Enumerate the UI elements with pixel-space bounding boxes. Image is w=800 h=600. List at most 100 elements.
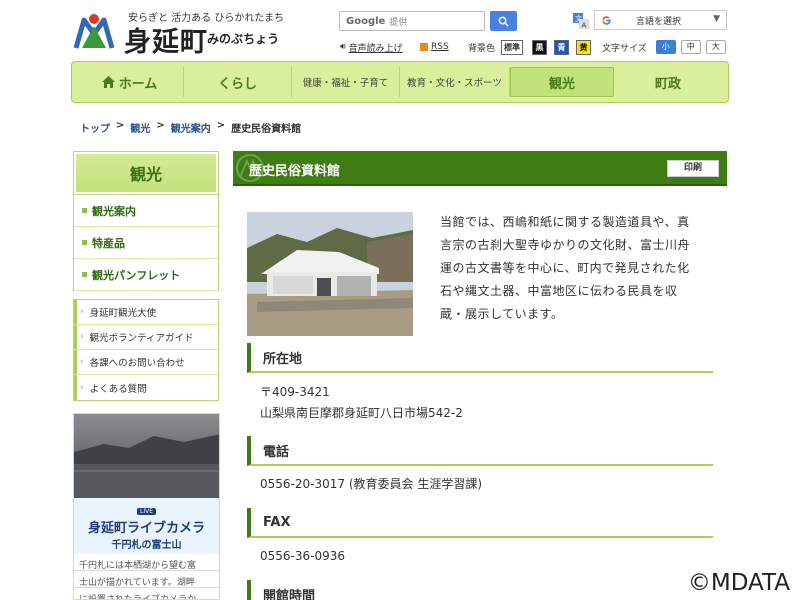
chevron-right-icon: › (80, 332, 84, 342)
sidebar-item-specialties[interactable]: 特産品 (74, 227, 218, 259)
translate-icon: 文 A (573, 13, 589, 30)
breadcrumb-tourism-guide[interactable]: 観光案内 (171, 120, 211, 135)
gnav-living[interactable]: くらし (184, 67, 292, 97)
sub-link-label: よくある質問 (89, 383, 147, 395)
search-brand: Google (346, 15, 386, 27)
sub-link-faq[interactable]: › よくある質問 (74, 375, 218, 400)
town-name-kana: みのぶちょう (207, 32, 280, 46)
section-body-fax: 0556-36-0936 (260, 546, 345, 567)
speaker-icon: 🔊︎ (340, 42, 346, 52)
livecam-desc-line: 士山が描かれています。湖畔 (79, 578, 195, 588)
livecam-title-block: LIVE 身延町ライブカメラ 千円札の富士山 (74, 498, 219, 554)
sidebar-title[interactable]: 観光 (73, 151, 219, 195)
gnav-tourism[interactable]: 観光 (510, 67, 614, 97)
gnav-home[interactable]: ホーム (76, 67, 184, 97)
home-icon (101, 76, 115, 88)
global-nav: ホーム くらし 健康・福祉・子育て 教育・文化・スポーツ 観光 町政 (71, 61, 729, 103)
read-aloud-label: 音声読み上げ (348, 43, 403, 54)
sidebar-item-label: 観光パンフレット (92, 268, 181, 282)
search-icon (498, 16, 509, 27)
gnav-home-label: ホーム (118, 76, 158, 92)
museum-building-image (247, 212, 413, 336)
language-select-label: 言語を選択 (636, 16, 682, 27)
sub-link-ambassador[interactable]: › 身延町観光大使 (74, 300, 218, 325)
bg-blue-button[interactable]: 青 (554, 39, 570, 55)
livecam-photo (74, 414, 219, 498)
font-size-large-button[interactable]: 大 (705, 40, 726, 54)
town-name[interactable]: 身延町 (124, 20, 208, 59)
sidebar-sub-links: › 身延町観光大使 › 観光ボランティアガイド › 各課へのお問い合わせ › よ… (73, 299, 219, 401)
section-body-location: 〒409-3421 山梨県南巨摩郡身延町八日市場542-2 (260, 382, 463, 424)
section-heading-phone: 電話 (247, 436, 713, 466)
search-input[interactable]: Google 提供 (339, 11, 485, 31)
live-badge: LIVE (136, 508, 156, 515)
phone-number: 0556-20-3017 (教育委員会 生涯学習課) (260, 477, 483, 491)
bg-black-button[interactable]: 黒 (532, 39, 548, 55)
breadcrumb-tourism[interactable]: 観光 (130, 120, 150, 135)
chevron-right-icon: › (80, 307, 84, 317)
gnav-town-admin[interactable]: 町政 (614, 67, 722, 97)
postal-code: 〒409-3421 (260, 385, 330, 399)
bg-color-controls: 背景色 標準 黒 青 黄 (468, 39, 592, 55)
page-title-bar: 歴史民俗資料館 印刷 (233, 151, 727, 186)
intro-line: 石や縄文土器、中富地区に伝わる民具を収 (440, 284, 678, 298)
livecam-title: 身延町ライブカメラ (87, 521, 205, 536)
bg-standard-button[interactable]: 標準 (501, 39, 524, 55)
breadcrumb-separator: > (216, 120, 226, 131)
town-logo-icon[interactable] (72, 12, 116, 52)
intro-line: 言宗の古刹大聖寺ゆかりの文化財、富士川舟 (440, 238, 691, 252)
chevron-right-icon: › (80, 382, 84, 393)
sidebar-item-label: 観光案内 (92, 204, 136, 218)
sub-link-volunteer-guide[interactable]: › 観光ボランティアガイド (74, 325, 218, 350)
page-title: 歴史民俗資料館 (249, 164, 341, 179)
site-header: 安らぎと 活力ある ひらかれたまち 身延町 みのぶちょう Google 提供 文… (0, 0, 800, 60)
svg-text:A: A (582, 22, 587, 30)
gnav-health-welfare[interactable]: 健康・福祉・子育て (292, 67, 400, 97)
breadcrumb: トップ > 観光 > 観光案内 > 歴史民俗資料館 (80, 120, 301, 135)
sidebar-title-label: 観光 (76, 154, 216, 192)
language-select[interactable]: 言語を選択 ▼ (594, 10, 727, 30)
intro-text: 当館では、西嶋和紙に関する製造道具や、真 言宗の古刹大聖寺ゆかりの文化財、富士川… (440, 211, 695, 326)
bg-color-label: 背景色 (468, 43, 496, 54)
font-size-small-button[interactable]: 小 (655, 40, 676, 54)
sidebar-item-tourism-guide[interactable]: 観光案内 (74, 195, 218, 227)
intro-line: 当館では、西嶋和紙に関する製造道具や、真 (440, 215, 690, 229)
rss-icon (420, 43, 428, 51)
sidebar-item-pamphlets[interactable]: 観光パンフレット (74, 259, 218, 291)
intro-line: 蔵・展示しています。 (440, 307, 564, 321)
livecam-banner[interactable]: LIVE 身延町ライブカメラ 千円札の富士山 千円札には本栖湖から望む富 士山が… (73, 413, 220, 600)
rss-label: RSS (431, 42, 449, 52)
copyright-watermark: ©MDATA (687, 570, 790, 596)
livecam-desc-line: に設置されたライブカメラか (79, 595, 197, 600)
museum-photo (247, 212, 413, 336)
sidebar-item-label: 特産品 (92, 236, 125, 250)
sub-link-label: 観光ボランティアガイド (89, 333, 194, 344)
fax-number: 0556-36-0936 (260, 549, 346, 563)
section-heading-fax: FAX (247, 508, 713, 538)
google-g-icon (602, 15, 611, 25)
font-size-label: 文字サイズ (602, 43, 647, 54)
bg-yellow-button[interactable]: 黄 (576, 39, 592, 55)
sidebar-menu: 観光案内 特産品 観光パンフレット (73, 195, 219, 291)
print-button[interactable]: 印刷 (667, 160, 719, 177)
section-heading-hours: 開館時間 (247, 580, 713, 600)
breadcrumb-separator: > (116, 120, 125, 131)
section-body-phone: 0556-20-3017 (教育委員会 生涯学習課) (260, 474, 482, 495)
chevron-right-icon: › (80, 357, 84, 367)
breadcrumb-current: 歴史民俗資料館 (231, 124, 302, 135)
bullet-square-icon (82, 240, 87, 245)
chevron-down-icon: ▼ (713, 14, 720, 24)
read-aloud-link[interactable]: 🔊︎ 音声読み上げ (340, 40, 403, 54)
font-size-medium-button[interactable]: 中 (680, 40, 701, 54)
bullet-square-icon (82, 272, 87, 277)
address: 山梨県南巨摩郡身延町八日市場542-2 (260, 406, 463, 420)
gnav-education-culture[interactable]: 教育・文化・スポーツ (400, 67, 510, 97)
rss-link[interactable]: RSS (420, 40, 449, 54)
search-button[interactable] (490, 11, 517, 31)
font-size-controls: 文字サイズ 小 中 大 (602, 40, 726, 54)
livecam-subtitle: 千円札の富士山 (111, 540, 182, 551)
breadcrumb-top[interactable]: トップ (80, 120, 110, 135)
breadcrumb-separator: > (156, 120, 165, 131)
sub-link-inquiries[interactable]: › 各課へのお問い合わせ (74, 350, 218, 375)
sub-link-label: 各課へのお問い合わせ (89, 358, 185, 369)
